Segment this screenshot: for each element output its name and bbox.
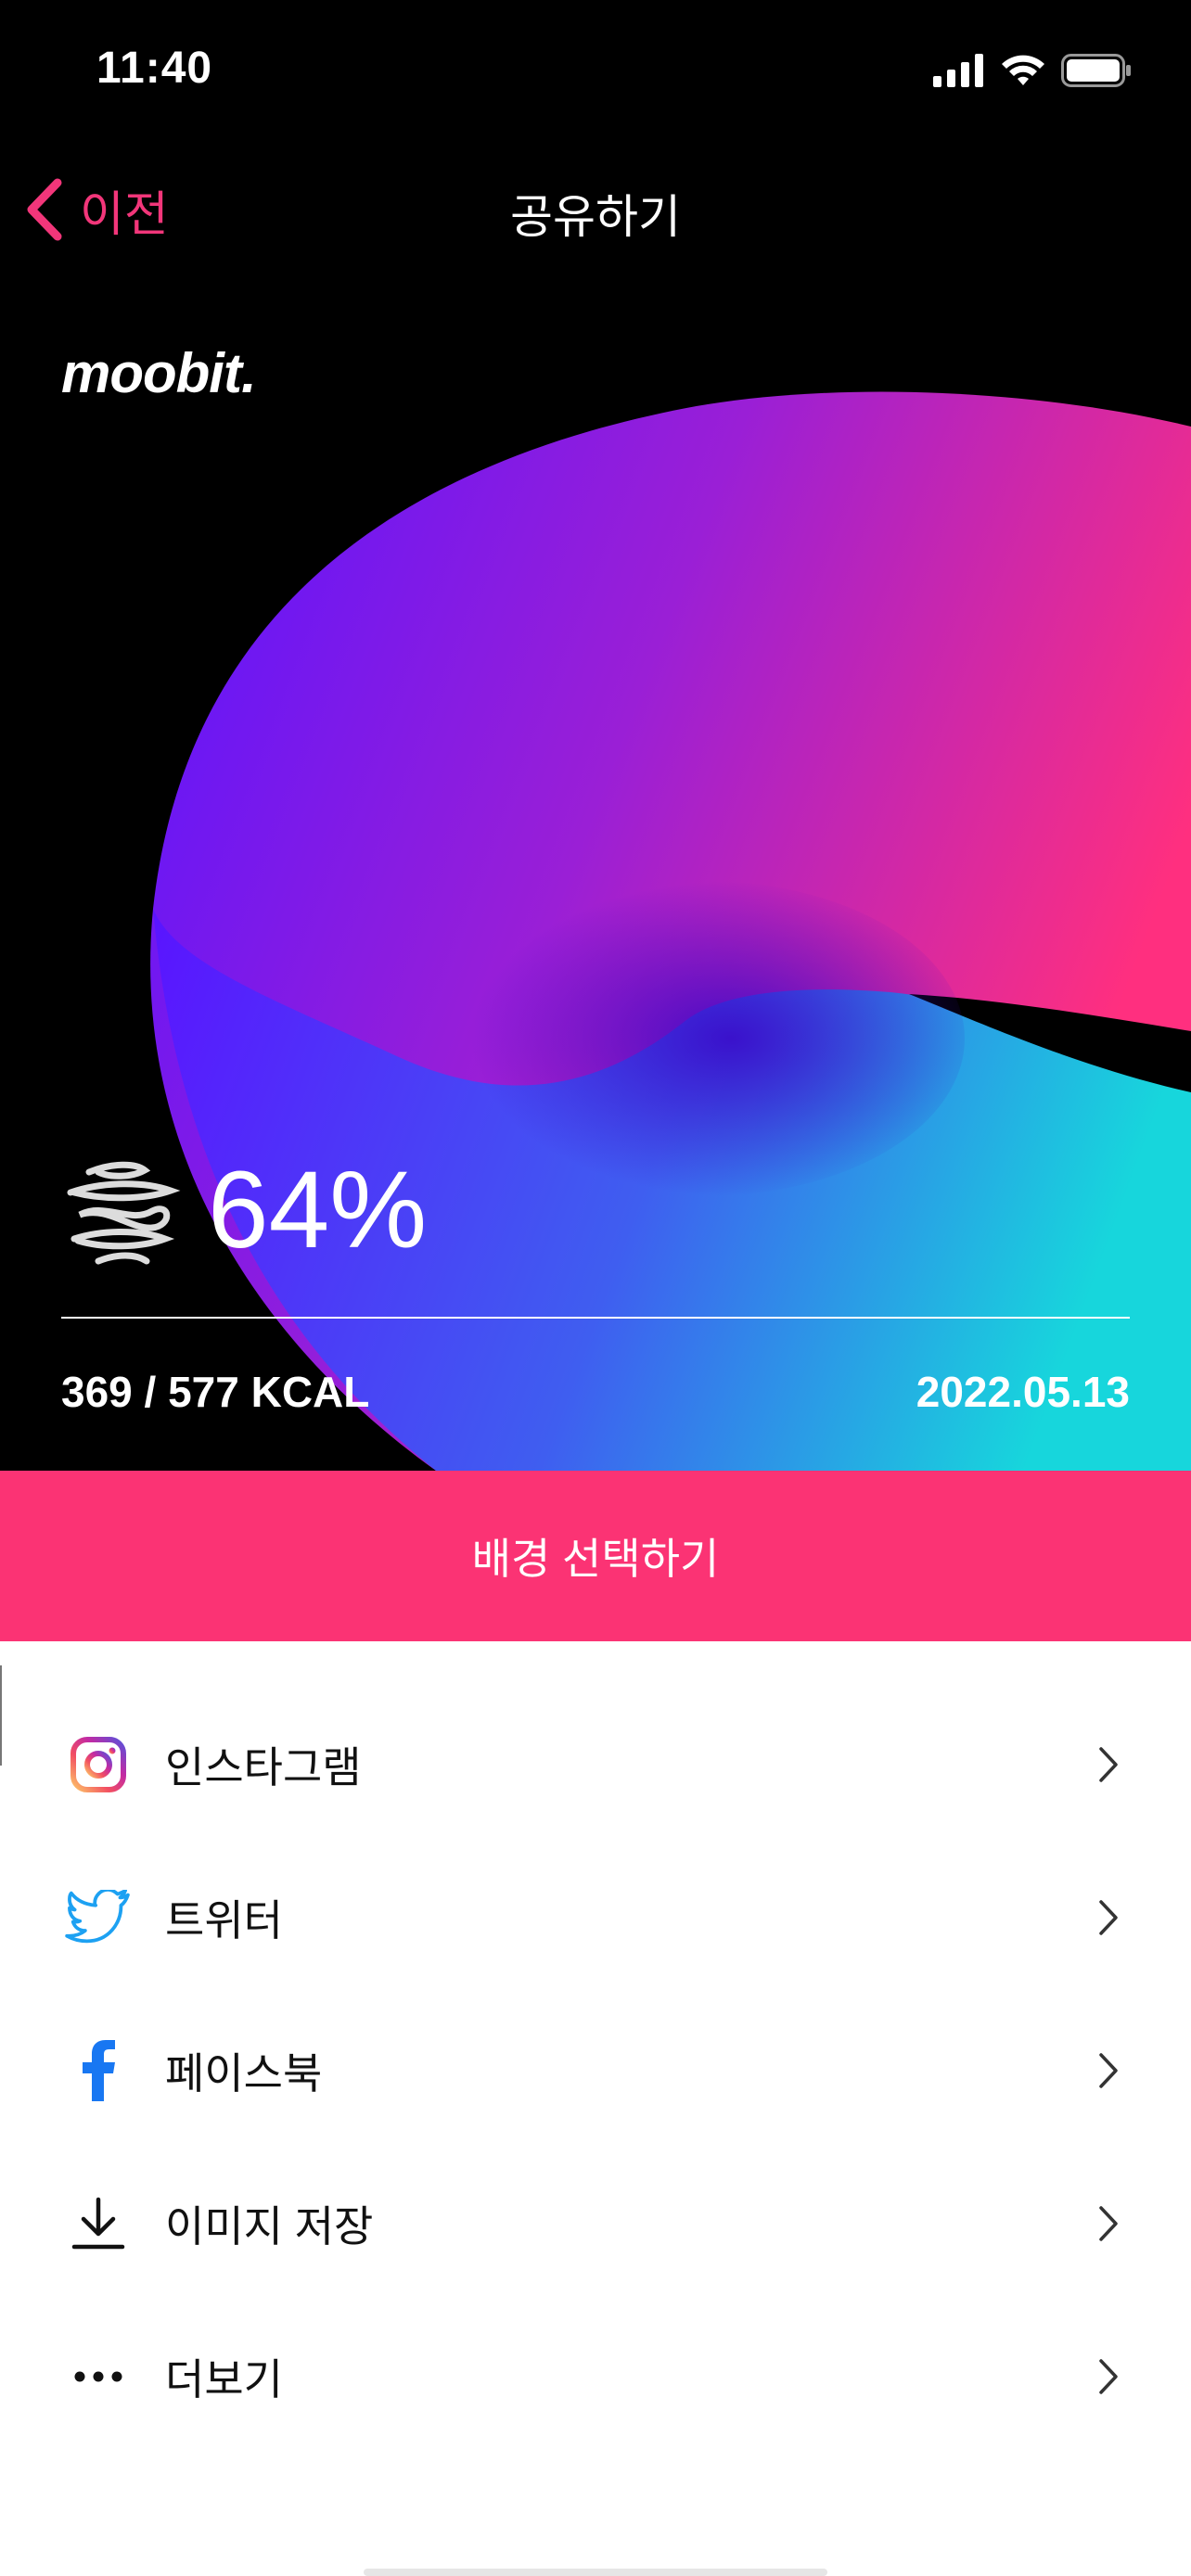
twitter-icon: [61, 1881, 135, 1955]
share-item-facebook[interactable]: 페이스북: [0, 1994, 1191, 2147]
download-icon: [61, 2187, 135, 2261]
signal-icon: [933, 54, 983, 87]
status-bar: 11:40: [0, 0, 1191, 139]
home-indicator: [364, 2569, 827, 2576]
status-time: 11:40: [96, 44, 213, 93]
divider: [61, 1317, 1130, 1319]
scribble-icon: [67, 1161, 181, 1265]
progress-percentage: 64%: [208, 1149, 428, 1271]
share-item-label: 더보기: [165, 2354, 283, 2404]
kcal-text: 369 / 577 KCAL: [61, 1368, 370, 1416]
more-icon: [61, 2340, 135, 2414]
battery-icon: [1061, 54, 1131, 87]
share-item-save-image[interactable]: 이미지 저장: [0, 2147, 1191, 2300]
date-text: 2022.05.13: [916, 1368, 1130, 1416]
facebook-icon: [61, 2034, 135, 2108]
share-item-instagram[interactable]: 인스타그램: [0, 1688, 1191, 1841]
share-item-more[interactable]: 더보기: [0, 2300, 1191, 2453]
share-item-label: 페이스북: [165, 2048, 323, 2098]
chevron-right-icon: [1099, 1746, 1118, 1782]
page-title: 공유하기: [510, 191, 681, 243]
chevron-right-icon: [1099, 2205, 1118, 2241]
share-item-label: 인스타그램: [165, 1742, 362, 1792]
share-item-label: 트위터: [165, 1895, 283, 1945]
chevron-right-icon: [1099, 1899, 1118, 1935]
navigation-bar: 이전 공유하기: [0, 167, 1191, 250]
share-item-twitter[interactable]: 트위터: [0, 1841, 1191, 1994]
moobit-logo: moobit.: [61, 342, 257, 404]
share-card-area: 11:40 이전 공유하기 moobit. 64% 369 / 577 KCAL…: [0, 0, 1191, 1471]
select-background-button[interactable]: 배경 선택하기: [0, 1471, 1191, 1641]
wifi-icon: [1002, 55, 1044, 85]
chevron-right-icon: [1099, 2358, 1118, 2394]
share-list: 인스타그램 트위터 페이스북 이미지 저장 더보기: [0, 1688, 1191, 2453]
chevron-right-icon: [1099, 2052, 1118, 2088]
progress-row: 64%: [61, 1150, 427, 1270]
share-item-label: 이미지 저장: [165, 2201, 374, 2251]
instagram-icon: [61, 1728, 135, 1802]
status-icons: [933, 54, 1132, 87]
